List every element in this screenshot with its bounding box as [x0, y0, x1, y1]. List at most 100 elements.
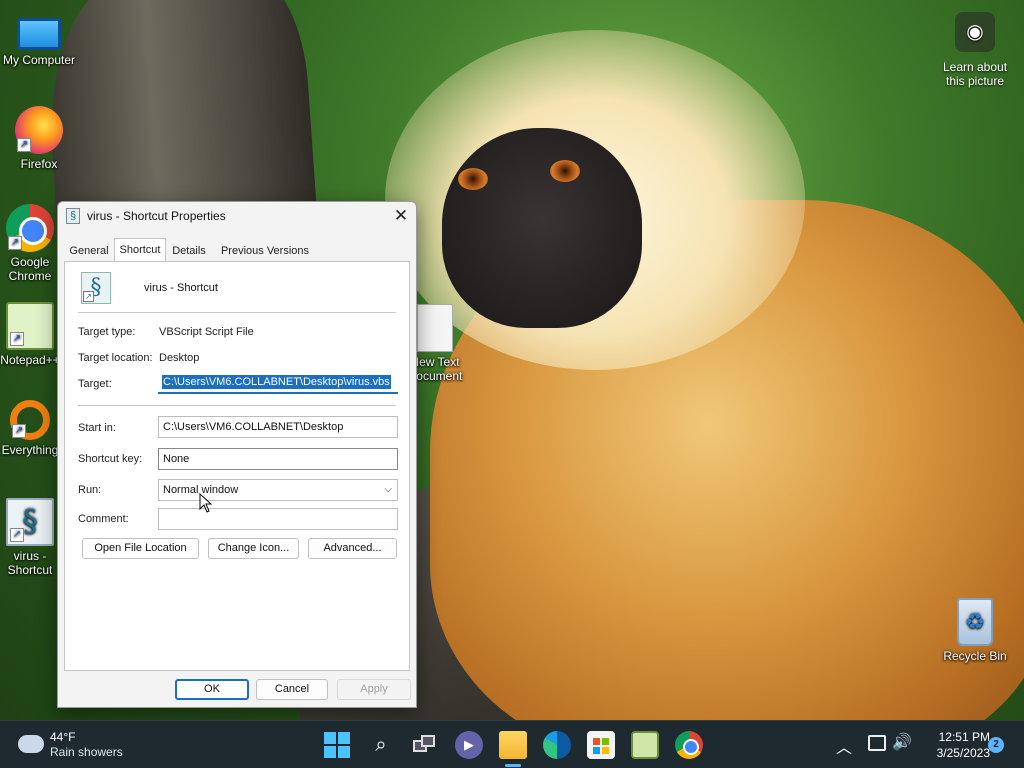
change-icon-button[interactable]: Change Icon...: [208, 538, 299, 559]
file-explorer-button[interactable]: [499, 731, 527, 759]
open-file-location-button[interactable]: Open File Location: [82, 538, 199, 559]
ok-button[interactable]: OK: [175, 679, 249, 700]
learn-about-picture-widget[interactable]: ◉ Learn about this picture: [935, 12, 1015, 88]
recycle-bin-icon: ♻: [957, 598, 993, 646]
task-view-button[interactable]: [411, 731, 439, 759]
start-button[interactable]: [323, 731, 351, 759]
shortcut-arrow-icon: ↗: [10, 528, 24, 542]
task-view-icon: [421, 735, 435, 747]
search-icon: ⌕: [375, 734, 387, 756]
vbscript-file-icon: § ↗: [6, 498, 54, 546]
comment-label: Comment:: [78, 513, 129, 525]
clock-date: 3/25/2023: [936, 746, 990, 760]
chevron-up-icon: ︿: [836, 740, 853, 757]
tab-previous-versions[interactable]: Previous Versions: [212, 242, 318, 262]
desktop-icon-label: Notepad++: [0, 353, 60, 367]
wallpaper-monkey-face: [442, 128, 642, 328]
desktop-icon-label: Google Chrome: [8, 255, 52, 283]
text-document-icon: [417, 304, 453, 352]
taskbar-search-button[interactable]: ⌕: [367, 731, 395, 759]
close-icon: ✕: [393, 206, 409, 225]
windows-logo-icon: [338, 746, 350, 758]
target-location-label: Target location:: [78, 352, 153, 364]
edge-button[interactable]: [543, 731, 571, 759]
store-icon: [602, 747, 609, 754]
everything-search-icon: ↗: [10, 400, 50, 440]
run-label: Run:: [78, 484, 102, 496]
start-in-input[interactable]: C:\Users\VM6.COLLABNET\Desktop: [158, 416, 398, 438]
system-clock[interactable]: 12:51 PM 3/25/2023: [920, 729, 990, 761]
chrome-icon: ↗: [6, 204, 54, 252]
vbscript-file-icon: § ↗: [81, 272, 111, 304]
desktop-icon-firefox[interactable]: ↗ Firefox: [0, 106, 78, 171]
tab-strip: General Shortcut Details Previous Versio…: [64, 238, 410, 262]
windows-logo-icon: [324, 732, 336, 744]
vbscript-file-icon: §: [66, 208, 80, 224]
notification-badge[interactable]: 2: [988, 737, 1004, 753]
apply-button[interactable]: Apply: [337, 679, 411, 700]
comment-input[interactable]: [158, 508, 398, 530]
microsoft-store-button[interactable]: [587, 731, 615, 759]
start-in-label: Start in:: [78, 422, 116, 434]
close-button[interactable]: ✕: [386, 202, 416, 232]
notepad-plus-plus-icon: ↗: [6, 302, 54, 350]
notepad-plus-plus-taskbar-button[interactable]: [631, 731, 659, 759]
shortcut-arrow-icon: ↗: [8, 236, 22, 250]
target-type-label: Target type:: [78, 326, 136, 338]
wallpaper-monkey-eye: [458, 168, 488, 190]
store-icon: [593, 747, 600, 754]
weather-condition: Rain showers: [50, 745, 123, 759]
show-hidden-icons-button[interactable]: ︿: [836, 734, 852, 758]
desktop-icon-recycle-bin[interactable]: ♻ Recycle Bin: [936, 598, 1014, 663]
shortcut-properties-dialog: § virus - Shortcut Properties ✕ General …: [57, 201, 417, 708]
tab-shortcut[interactable]: Shortcut: [114, 238, 166, 262]
target-input-selected-text: C:\Users\VM6.COLLABNET\Desktop\virus.vbs: [162, 375, 391, 389]
rain-cloud-icon: [18, 735, 44, 753]
desktop-icon-label: Everything: [1, 443, 59, 457]
dialog-titlebar[interactable]: § virus - Shortcut Properties ✕: [58, 202, 416, 232]
weather-temperature: 44°F: [50, 730, 76, 744]
taskbar: 44°F Rain showers ⌕ ▶ ︿ 🔊 12:51 PM 3/25/…: [0, 720, 1024, 768]
shortcut-arrow-icon: ↗: [12, 424, 26, 438]
windows-logo-icon: [338, 732, 350, 744]
network-icon[interactable]: [868, 735, 886, 751]
run-select[interactable]: Normal window ⌵: [158, 479, 398, 501]
active-app-indicator: [505, 764, 521, 767]
shortcut-arrow-icon: ↗: [83, 291, 94, 302]
widget-label-line2: this picture: [945, 74, 1005, 88]
chevron-down-icon: ⌵: [384, 484, 392, 495]
desktop-icon-label: Recycle Bin: [943, 649, 1007, 663]
windows-logo-icon: [324, 746, 336, 758]
desktop-icon-label: My Computer: [2, 53, 76, 67]
store-icon: [593, 738, 600, 745]
shortcut-arrow-icon: ↗: [10, 332, 24, 346]
desktop-icon-label: Firefox: [20, 157, 58, 171]
divider: [78, 405, 396, 406]
shortcut-arrow-icon: ↗: [17, 138, 31, 152]
divider: [78, 312, 396, 313]
tab-general[interactable]: General: [64, 242, 114, 262]
target-input[interactable]: C:\Users\VM6.COLLABNET\Desktop\virus.vbs: [158, 372, 398, 394]
desktop-icon-label: virus - Shortcut: [7, 549, 53, 577]
cancel-button[interactable]: Cancel: [256, 679, 328, 700]
target-label: Target:: [78, 378, 112, 390]
clock-time: 12:51 PM: [938, 730, 990, 744]
volume-icon[interactable]: 🔊: [892, 732, 912, 752]
shortcut-key-input[interactable]: None: [158, 448, 398, 470]
desktop-icon-notepad-plus-plus[interactable]: ↗ Notepad++: [0, 302, 60, 367]
shortcut-tab-panel: § ↗ virus - Shortcut Target type: VBScrip…: [64, 261, 410, 671]
tab-details[interactable]: Details: [168, 242, 210, 262]
chrome-taskbar-button[interactable]: [675, 731, 703, 759]
advanced-button[interactable]: Advanced...: [308, 538, 397, 559]
desktop-icon-virus-shortcut[interactable]: § ↗ virus - Shortcut: [0, 498, 60, 577]
firefox-icon: ↗: [15, 106, 63, 154]
dialog-title: virus - Shortcut Properties: [87, 209, 226, 223]
desktop-icon-chrome[interactable]: ↗ Google Chrome: [0, 204, 60, 283]
target-type-value: VBScript Script File: [159, 326, 254, 338]
desktop-icon-my-computer[interactable]: My Computer: [0, 10, 78, 67]
teams-chat-button[interactable]: ▶: [455, 731, 483, 759]
store-icon: [602, 738, 609, 745]
desktop-icon-everything[interactable]: ↗ Everything: [0, 400, 60, 457]
shortcut-file-name: virus - Shortcut: [144, 282, 218, 294]
wallpaper-monkey-eye: [550, 160, 580, 182]
